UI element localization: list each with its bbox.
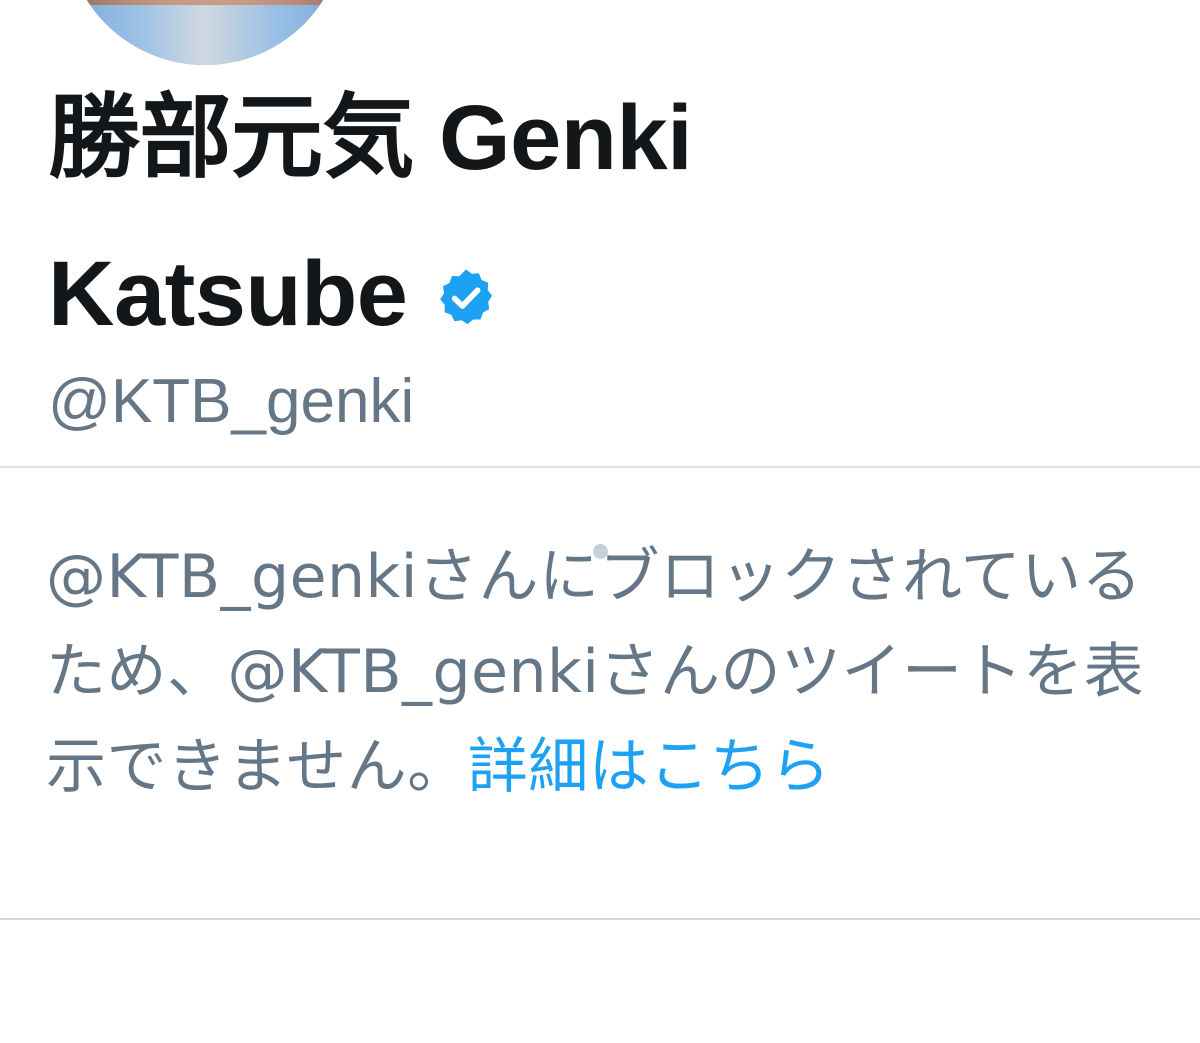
profile-handle: @KTB_genki — [48, 367, 415, 436]
header-divider — [0, 466, 1200, 468]
learn-more-link[interactable]: 詳細はこちら — [468, 732, 831, 802]
display-name-text: 勝部元気 Genki Katsube — [48, 87, 693, 345]
profile-display-name: 勝部元気 Genki Katsube — [48, 60, 848, 372]
blocked-notice: @KTB_genkiさんにブロックされているため、@KTB_genkiさんのツイ… — [46, 530, 1156, 815]
notice-divider — [0, 918, 1200, 920]
avatar[interactable] — [65, 0, 345, 65]
avatar-shirt — [65, 5, 345, 65]
touch-indicator-dot — [593, 544, 608, 559]
verified-badge-icon — [440, 269, 493, 325]
